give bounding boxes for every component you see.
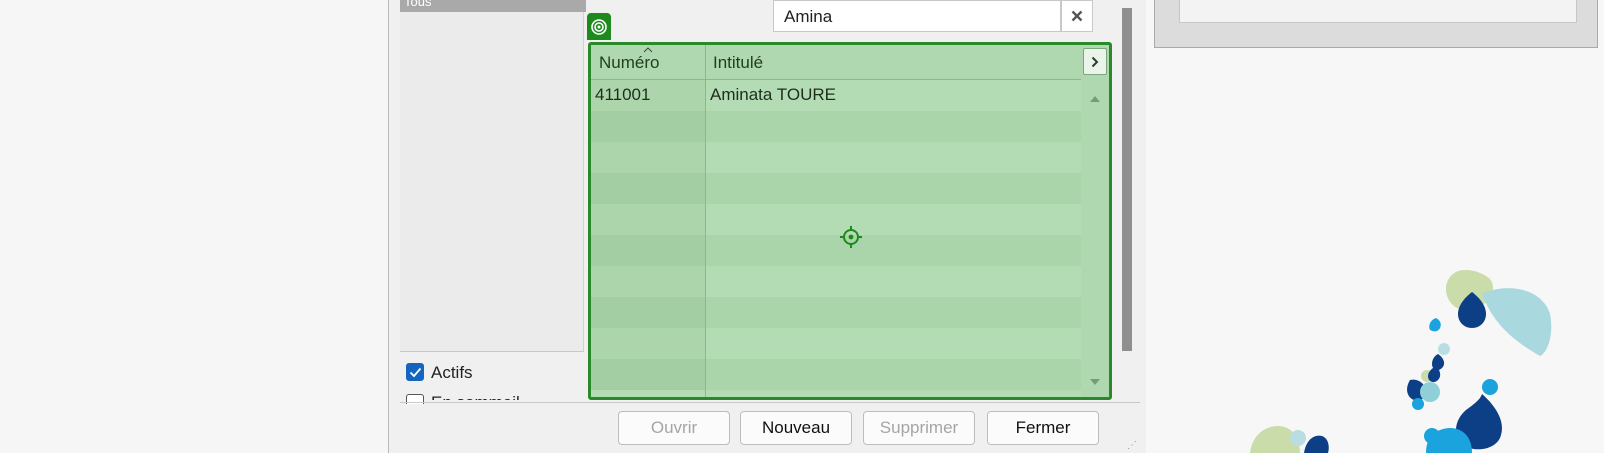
scroll-up-arrow-icon[interactable] xyxy=(1090,95,1100,102)
table-row xyxy=(591,359,1109,390)
check-icon xyxy=(409,367,422,378)
dialog-scrollbar[interactable] xyxy=(1122,8,1132,351)
search-input[interactable]: Amina xyxy=(773,0,1061,32)
table-row xyxy=(591,173,1109,204)
column-header-numero[interactable]: Numéro xyxy=(599,53,659,73)
column-divider xyxy=(705,45,706,397)
category-list[interactable] xyxy=(400,0,584,352)
column-header-intitule[interactable]: Intitulé xyxy=(713,53,763,73)
inspect-tag[interactable] xyxy=(587,13,611,40)
table-row[interactable]: 411001 Aminata TOURE xyxy=(591,80,1109,111)
resize-grip-icon[interactable]: ⋰ xyxy=(1127,440,1137,451)
ouvrir-button[interactable]: Ouvrir xyxy=(618,411,730,445)
background-area xyxy=(0,0,388,453)
table-row xyxy=(591,328,1109,359)
cell-numero: 411001 xyxy=(595,85,651,104)
supprimer-button[interactable]: Supprimer xyxy=(863,411,975,445)
sort-up-icon xyxy=(643,47,653,53)
grid-scrollbar[interactable] xyxy=(1081,79,1109,397)
chevron-right-icon xyxy=(1091,56,1099,67)
grid-header: Numéro Intitulé xyxy=(591,45,1109,80)
sommeil-label: En sommeil xyxy=(431,392,551,400)
sommeil-label-clip: En sommeil xyxy=(431,392,551,400)
button-bar-divider xyxy=(400,402,1140,403)
background-window-card xyxy=(1154,0,1598,48)
close-icon xyxy=(1071,10,1083,22)
fermer-button[interactable]: Fermer xyxy=(987,411,1099,445)
table-row xyxy=(591,142,1109,173)
accounts-grid[interactable]: 411001 Aminata TOURE Numéro Intitulé xyxy=(588,42,1112,400)
table-row xyxy=(591,266,1109,297)
cell-intitule: Aminata TOURE xyxy=(710,85,836,104)
brand-logo-graphic xyxy=(1250,270,1552,453)
category-item-label: Tous xyxy=(404,0,432,9)
actifs-label: Actifs xyxy=(431,363,473,382)
scroll-down-arrow-icon[interactable] xyxy=(1090,379,1100,386)
table-row xyxy=(591,297,1109,328)
search-input-value: Amina xyxy=(784,7,833,26)
expand-columns-button[interactable] xyxy=(1083,48,1107,75)
table-row xyxy=(591,111,1109,142)
category-item-tous[interactable]: Tous xyxy=(400,0,586,12)
background-window-content xyxy=(1179,0,1577,23)
clear-search-button[interactable] xyxy=(1061,0,1093,32)
nouveau-button[interactable]: Nouveau xyxy=(740,411,852,445)
actifs-checkbox[interactable] xyxy=(406,363,424,381)
target-icon xyxy=(591,18,607,35)
crosshair-icon xyxy=(840,226,862,248)
